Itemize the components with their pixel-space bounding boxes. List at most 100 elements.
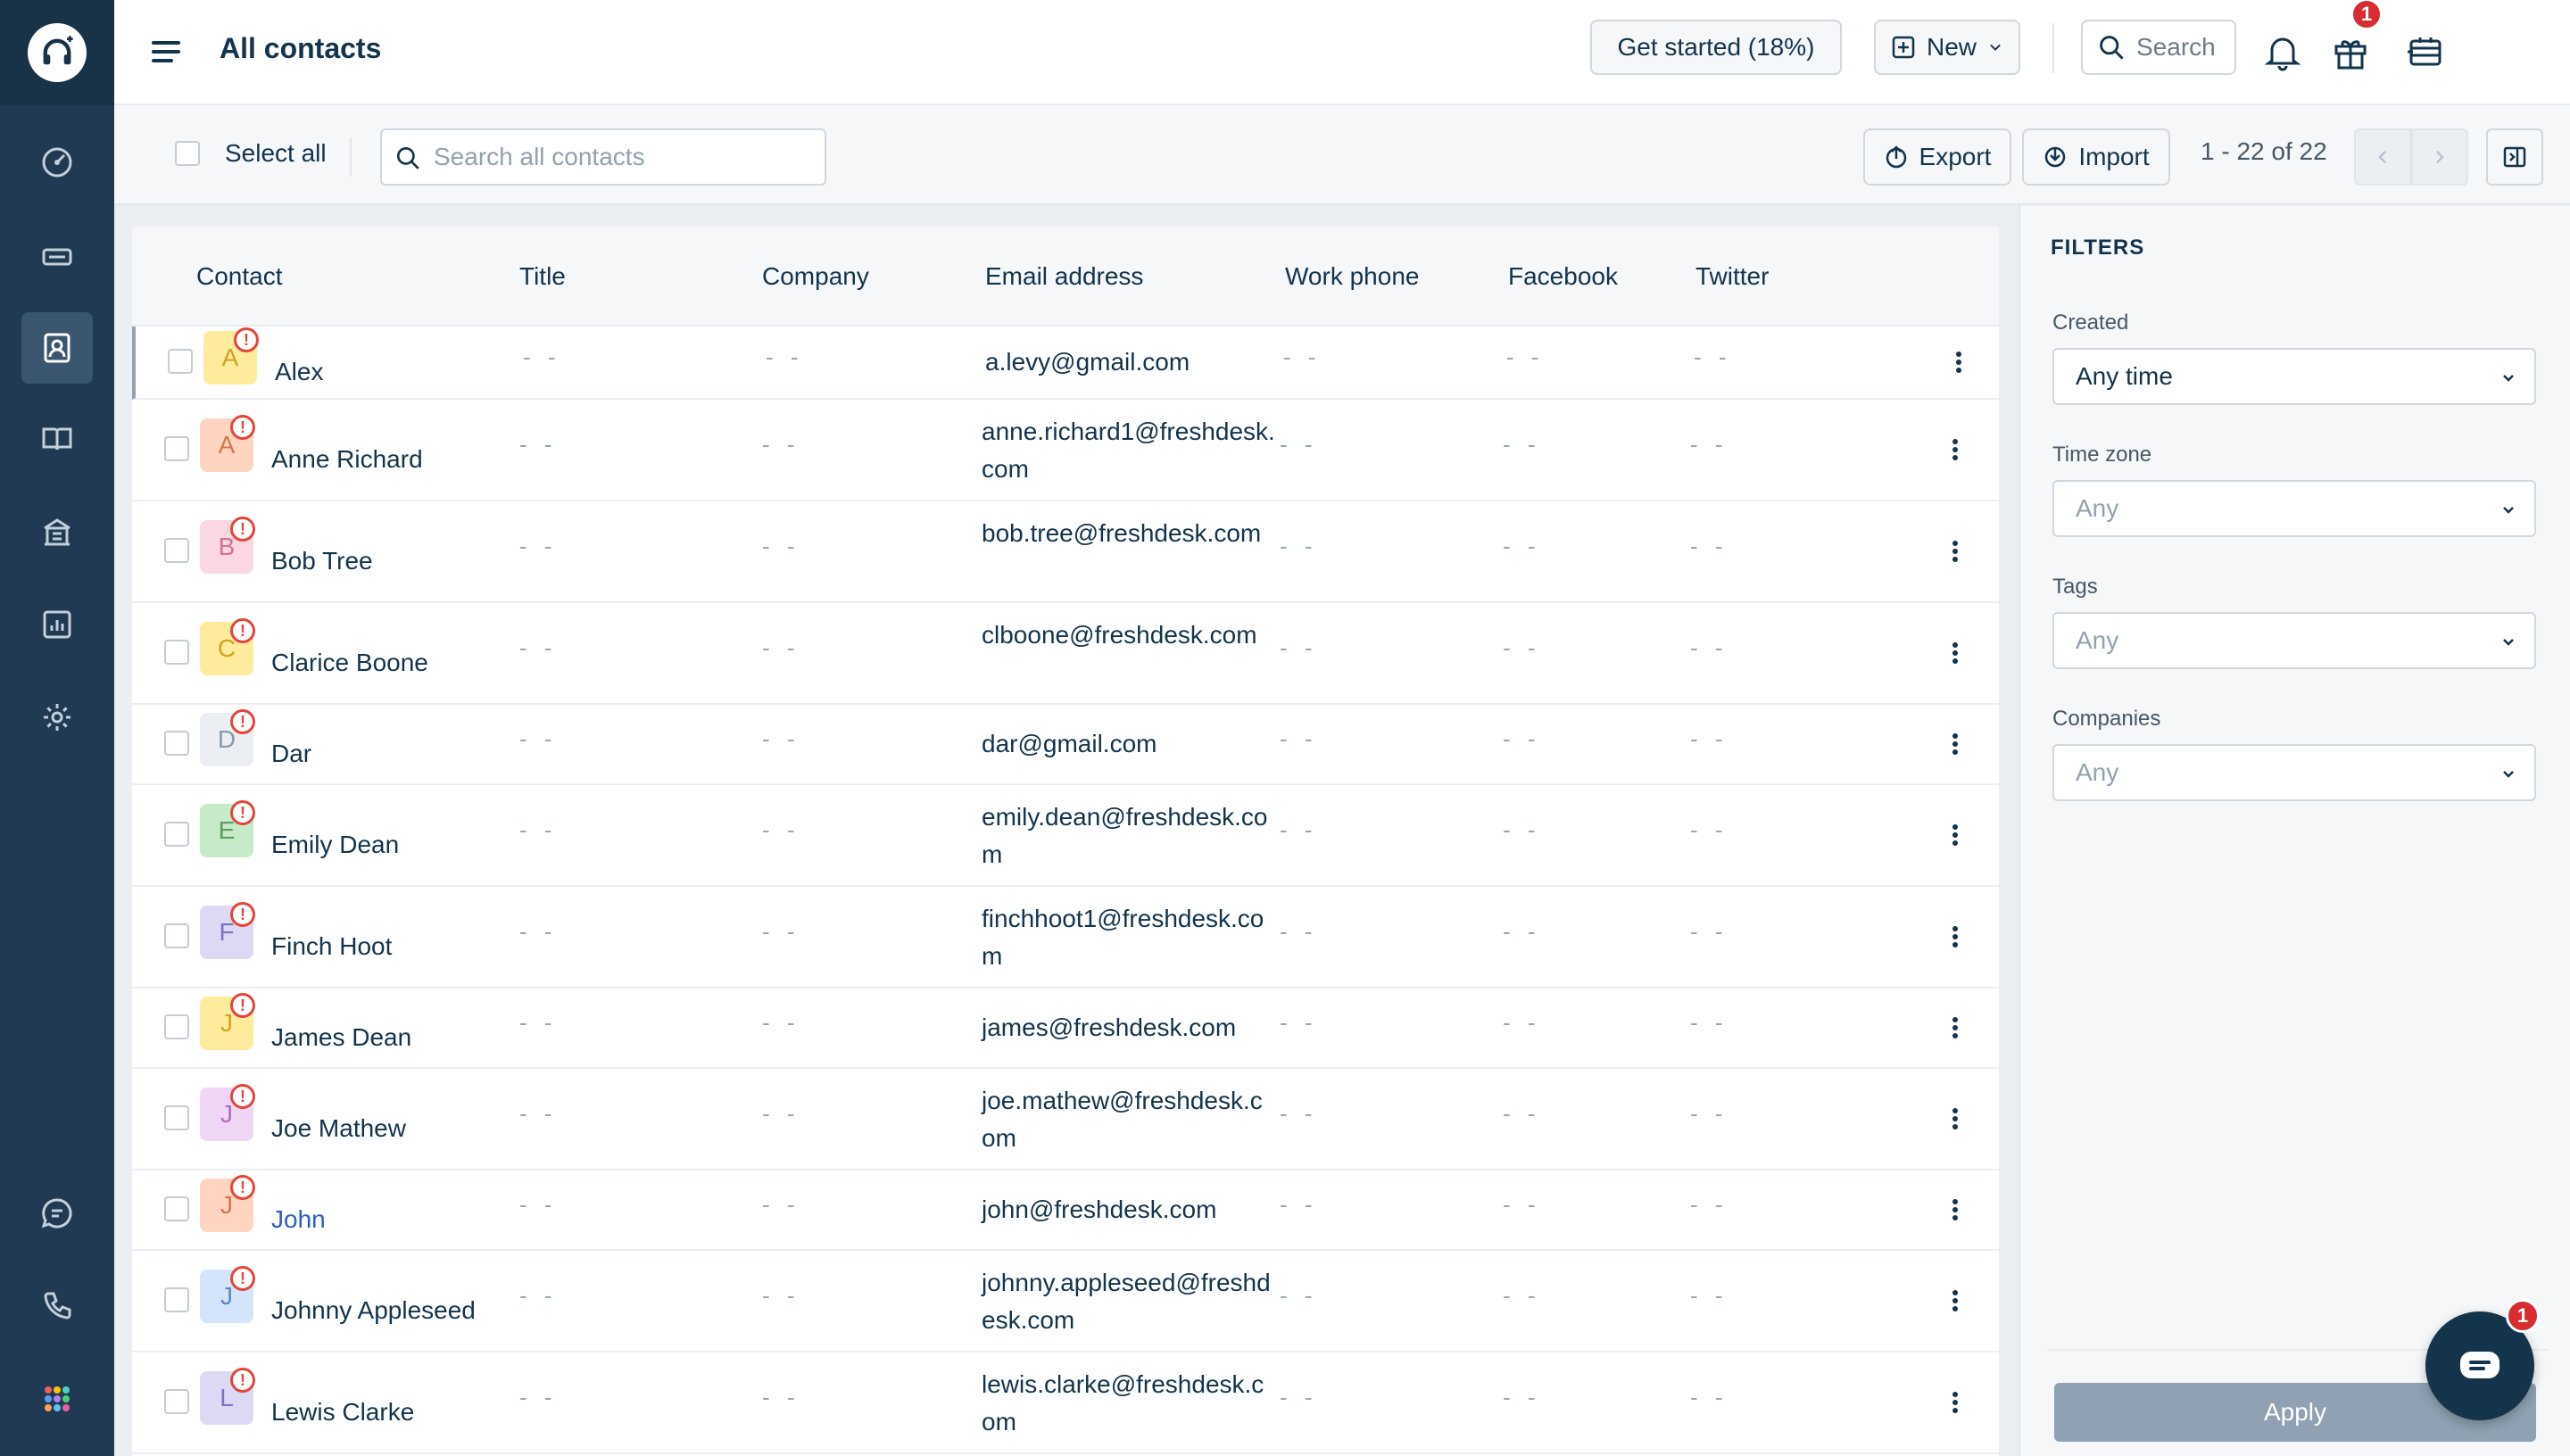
menu-toggle-button[interactable] bbox=[148, 34, 184, 70]
contact-name[interactable]: Dar bbox=[271, 740, 311, 768]
companies-value: Any bbox=[2076, 758, 2119, 786]
row-actions-kebab-icon[interactable] bbox=[1952, 1105, 1963, 1132]
contact-name[interactable]: James Dean bbox=[271, 1023, 411, 1052]
sidebar-item-solutions[interactable] bbox=[21, 403, 93, 475]
twitter-cell: - - bbox=[1690, 1282, 1729, 1309]
filters-title: FILTERS bbox=[2051, 236, 2145, 260]
sidebar-item-apps[interactable] bbox=[21, 1363, 93, 1435]
row-checkbox[interactable] bbox=[164, 1196, 189, 1221]
contact-card-icon bbox=[44, 333, 70, 363]
sidebar-item-tickets[interactable] bbox=[21, 221, 93, 293]
sidebar-item-reports[interactable] bbox=[21, 589, 93, 660]
table-row[interactable]: B! Bob Tree - -- -- -- -- - bob.tree@freshd… bbox=[132, 501, 1999, 603]
title-cell: - - bbox=[519, 1384, 558, 1410]
facebook-cell: - - bbox=[1503, 431, 1541, 458]
select-all-checkbox[interactable] bbox=[175, 141, 200, 166]
company-cell: - - bbox=[762, 533, 800, 559]
table-row[interactable]: A! Alex - -- -- -- -- - a.levy@gmail.com bbox=[132, 327, 1999, 400]
row-actions-kebab-icon[interactable] bbox=[1952, 923, 1963, 950]
table-row[interactable]: C! Clarice Boone - -- -- -- -- - clboone@fr… bbox=[132, 603, 1999, 705]
twitter-cell: - - bbox=[1690, 816, 1729, 843]
contact-name[interactable]: Anne Richard bbox=[271, 445, 423, 474]
row-actions-kebab-icon[interactable] bbox=[1952, 1389, 1963, 1416]
column-contact[interactable]: Contact bbox=[196, 262, 283, 291]
table-row[interactable]: A! Anne Richard - -- -- -- -- - anne.richar… bbox=[132, 400, 1999, 501]
tags-select[interactable]: Any bbox=[2052, 612, 2536, 669]
export-button[interactable]: Export bbox=[1863, 128, 2011, 186]
contact-name[interactable]: Emily Dean bbox=[271, 831, 399, 859]
contact-name[interactable]: Finch Hoot bbox=[271, 932, 392, 961]
sidebar-item-contacts[interactable] bbox=[21, 312, 93, 384]
app-logo[interactable] bbox=[0, 0, 114, 105]
contact-name[interactable]: Clarice Boone bbox=[271, 649, 428, 677]
row-actions-kebab-icon[interactable] bbox=[1952, 436, 1963, 463]
gift-button[interactable] bbox=[2325, 27, 2375, 77]
row-actions-kebab-icon[interactable] bbox=[1952, 1196, 1963, 1223]
toggle-filters-button[interactable] bbox=[2486, 128, 2543, 186]
table-row[interactable]: L! Lewis Clarke - -- -- -- -- - lewis.clark… bbox=[132, 1353, 1999, 1454]
table-row[interactable]: J! John - -- -- -- -- - john@freshdesk.com bbox=[132, 1171, 1999, 1251]
row-actions-kebab-icon[interactable] bbox=[1952, 538, 1963, 565]
row-checkbox[interactable] bbox=[164, 731, 189, 756]
column-work-phone[interactable]: Work phone bbox=[1285, 262, 1419, 291]
row-checkbox[interactable] bbox=[164, 1014, 189, 1039]
contact-name[interactable]: John bbox=[271, 1205, 326, 1234]
column-facebook[interactable]: Facebook bbox=[1508, 262, 1618, 291]
row-checkbox[interactable] bbox=[164, 640, 189, 665]
get-started-button[interactable]: Get started (18%) bbox=[1590, 20, 1842, 75]
import-button[interactable]: Import bbox=[2022, 128, 2170, 186]
row-checkbox[interactable] bbox=[164, 1105, 189, 1130]
column-email[interactable]: Email address bbox=[985, 262, 1143, 291]
contact-name[interactable]: Johnny Appleseed bbox=[271, 1296, 476, 1325]
prev-page-button[interactable] bbox=[2354, 128, 2411, 186]
next-page-button[interactable] bbox=[2411, 128, 2468, 186]
contact-name[interactable]: Lewis Clarke bbox=[271, 1398, 414, 1427]
column-company[interactable]: Company bbox=[762, 262, 869, 291]
unverified-warning-icon: ! bbox=[230, 709, 255, 734]
table-row[interactable]: F! Finch Hoot - -- -- -- -- - finchhoot1@fr… bbox=[132, 887, 1999, 989]
row-actions-kebab-icon[interactable] bbox=[1952, 1287, 1963, 1314]
sidebar-item-chat[interactable] bbox=[21, 1178, 93, 1249]
sidebar-item-phone[interactable] bbox=[21, 1270, 93, 1342]
row-checkbox[interactable] bbox=[168, 349, 193, 374]
unverified-warning-icon: ! bbox=[230, 1266, 255, 1291]
chevron-down-icon bbox=[2503, 771, 2514, 778]
created-select[interactable]: Any time bbox=[2052, 348, 2536, 405]
row-checkbox[interactable] bbox=[164, 538, 189, 563]
row-checkbox[interactable] bbox=[164, 822, 189, 847]
table-row[interactable]: J! James Dean - -- -- -- -- - james@freshde… bbox=[132, 989, 1999, 1069]
sidebar-item-forums[interactable] bbox=[21, 496, 93, 567]
sidebar-item-dashboard[interactable] bbox=[21, 127, 93, 198]
table-row[interactable]: J! Johnny Appleseed - -- -- -- -- - johnny.… bbox=[132, 1251, 1999, 1353]
work-phone-cell: - - bbox=[1280, 1282, 1318, 1309]
row-actions-kebab-icon[interactable] bbox=[1952, 1014, 1963, 1041]
column-twitter[interactable]: Twitter bbox=[1695, 262, 1769, 291]
row-checkbox[interactable] bbox=[164, 1287, 189, 1312]
unverified-warning-icon: ! bbox=[230, 1175, 255, 1200]
contact-name[interactable]: Joe Mathew bbox=[271, 1114, 406, 1143]
timezone-select[interactable]: Any bbox=[2052, 480, 2536, 537]
table-row[interactable]: J! Joe Mathew - -- -- -- -- - joe.mathew@fr… bbox=[132, 1069, 1999, 1171]
global-search-button[interactable]: Search bbox=[2081, 20, 2236, 75]
companies-select[interactable]: Any bbox=[2052, 744, 2536, 801]
search-icon bbox=[2100, 36, 2124, 60]
column-title[interactable]: Title bbox=[519, 262, 566, 291]
unverified-warning-icon: ! bbox=[230, 1368, 255, 1393]
apps-store-button[interactable] bbox=[2400, 27, 2450, 77]
row-actions-kebab-icon[interactable] bbox=[1956, 349, 1967, 376]
table-row[interactable]: D! Dar - -- -- -- -- - dar@gmail.com bbox=[132, 705, 1999, 785]
notifications-button[interactable] bbox=[2258, 27, 2308, 77]
search-contacts-input[interactable]: Search all contacts bbox=[380, 128, 826, 186]
contact-name[interactable]: Alex bbox=[275, 358, 323, 386]
contact-name[interactable]: Bob Tree bbox=[271, 547, 373, 575]
facebook-cell: - - bbox=[1503, 1009, 1541, 1036]
row-checkbox[interactable] bbox=[164, 923, 189, 948]
row-actions-kebab-icon[interactable] bbox=[1952, 822, 1963, 848]
row-actions-kebab-icon[interactable] bbox=[1952, 731, 1963, 757]
row-actions-kebab-icon[interactable] bbox=[1952, 640, 1963, 666]
sidebar-item-admin[interactable] bbox=[21, 682, 93, 753]
row-checkbox[interactable] bbox=[164, 1389, 189, 1414]
new-button[interactable]: New bbox=[1874, 20, 2020, 75]
table-row[interactable]: E! Emily Dean - -- -- -- -- - emily.dean@fr… bbox=[132, 785, 1999, 887]
row-checkbox[interactable] bbox=[164, 436, 189, 461]
